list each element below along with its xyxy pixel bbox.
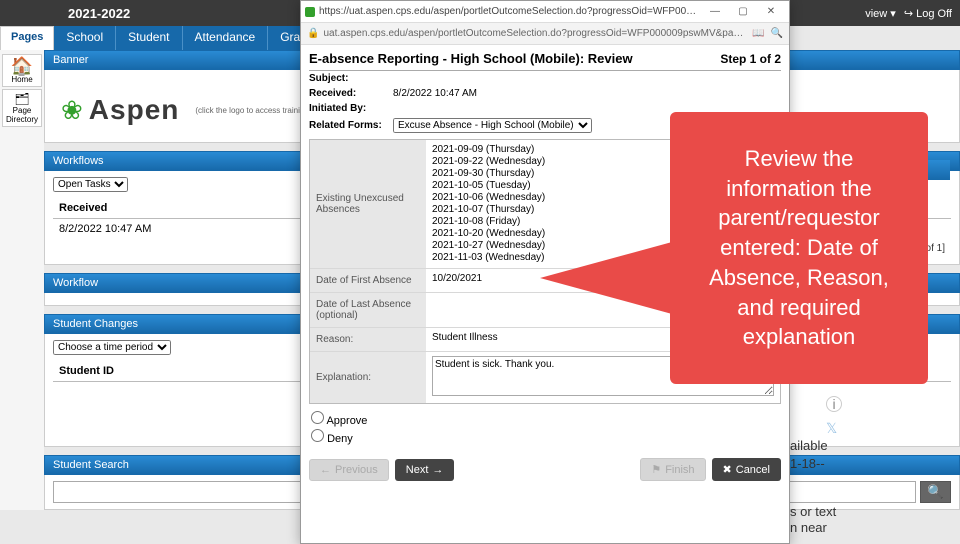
favicon-icon (305, 7, 315, 17)
finish-label: Finish (665, 464, 694, 476)
school-year: 2021-2022 (68, 6, 130, 21)
fragment-ortext: s or text (790, 504, 836, 519)
time-period-select[interactable]: Choose a time period (53, 340, 171, 355)
subject-label: Subject: (309, 73, 393, 84)
workflows-filter-select[interactable]: Open Tasks (53, 177, 128, 192)
tab-attendance[interactable]: Attendance (183, 26, 269, 50)
deny-option[interactable]: Deny (311, 428, 779, 446)
reason-label: Reason: (310, 328, 426, 351)
reader-icon[interactable]: 📖 (752, 28, 764, 39)
aspen-leaf-icon: ❀ (61, 95, 83, 126)
side-page-directory[interactable]: 🗂 Page Directory (2, 89, 42, 127)
related-forms-label: Related Forms: (309, 120, 393, 131)
deny-radio[interactable] (311, 429, 324, 442)
address-text[interactable]: uat.aspen.cps.edu/aspen/portletOutcomeSe… (323, 28, 746, 39)
window-close-button[interactable]: ✕ (757, 3, 785, 21)
approve-radio[interactable] (311, 411, 324, 424)
address-bar: 🔒 uat.aspen.cps.edu/aspen/portletOutcome… (301, 23, 789, 45)
tab-student[interactable]: Student (116, 26, 182, 50)
twitter-icon[interactable]: 𝕏 (826, 420, 837, 437)
last-absence-label: Date of Last Absence (optional) (310, 293, 426, 327)
student-search-button[interactable]: 🔍 (920, 481, 951, 503)
first-absence-label: Date of First Absence (310, 269, 426, 292)
side-nav: 🏠 Home 🗂 Page Directory (0, 50, 44, 510)
arrow-right-icon: → (432, 464, 443, 476)
instruction-callout: Review the information the parent/reques… (670, 112, 928, 384)
received-label: Received: (309, 88, 393, 99)
initiated-label: Initiated By: (309, 103, 393, 114)
zoom-icon[interactable]: 🔍 (771, 28, 783, 39)
fragment-ailable: ailable (790, 438, 828, 453)
flag-icon: ⚑ (651, 463, 661, 476)
tab-school[interactable]: School (54, 26, 116, 50)
next-button[interactable]: Next→ (395, 459, 455, 481)
window-minimize-button[interactable]: — (701, 3, 729, 21)
folder-icon: 🗂 (3, 92, 41, 106)
home-icon: 🏠 (3, 57, 41, 75)
tab-pages[interactable]: Pages (0, 26, 54, 50)
window-title: https://uat.aspen.cps.edu/aspen/portletO… (319, 6, 701, 17)
deny-label: Deny (327, 433, 353, 445)
received-value: 8/2/2022 10:47 AM (393, 88, 477, 99)
callout-tail (540, 242, 672, 314)
window-maximize-button[interactable]: ▢ (729, 3, 757, 21)
explanation-label: Explanation: (310, 352, 426, 403)
close-icon: ✖ (723, 463, 732, 476)
approve-label: Approve (326, 415, 367, 427)
finish-button: ⚑ Finish (640, 458, 705, 481)
side-home-label: Home (3, 75, 41, 84)
logoff-link[interactable]: Log Off (904, 7, 952, 20)
related-forms-select[interactable]: Excuse Absence - High School (Mobile) (393, 118, 592, 133)
approve-option[interactable]: Approve (311, 410, 779, 428)
side-dir-label: Page Directory (3, 106, 41, 124)
window-titlebar[interactable]: https://uat.aspen.cps.edu/aspen/portletO… (301, 1, 789, 23)
decision-radios: Approve Deny (309, 404, 781, 452)
previous-button: ← Previous (309, 459, 389, 481)
fragment-date: 1-18-- (790, 456, 825, 471)
search-icon: 🔍 (927, 484, 944, 499)
side-home[interactable]: 🏠 Home (2, 54, 42, 87)
cancel-label: Cancel (736, 464, 770, 476)
aspen-logo[interactable]: Aspen (89, 94, 180, 126)
fragment-near: n near (790, 520, 827, 535)
modal-buttons: ← Previous Next→ ⚑ Finish ✖ Cancel (309, 452, 781, 481)
next-label: Next (406, 464, 429, 476)
lock-icon: 🔒 (307, 28, 319, 39)
cancel-button[interactable]: ✖ Cancel (712, 458, 781, 481)
view-dropdown[interactable]: view (865, 7, 896, 20)
previous-label: Previous (335, 464, 378, 476)
arrow-left-icon: ← (320, 464, 331, 476)
modal-step: Step 1 of 2 (720, 52, 781, 66)
info-icon[interactable]: i (826, 396, 842, 412)
modal-heading: E-absence Reporting - High School (Mobil… (309, 51, 720, 66)
existing-absences-label: Existing Unexcused Absences (310, 140, 426, 268)
